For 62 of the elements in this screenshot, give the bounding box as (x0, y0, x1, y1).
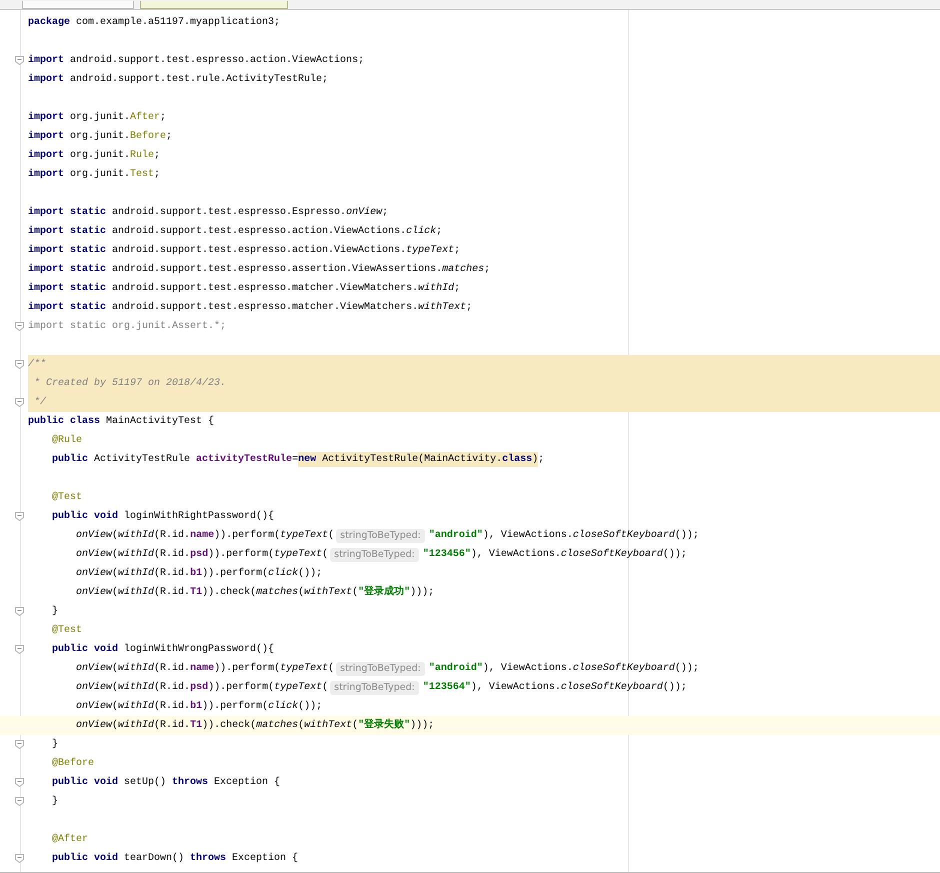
code-text: "123456"), ViewActions.closeSoftKeyboard()); (422, 548, 687, 562)
code-text: public ActivityTestRule activityTestRule= (51, 452, 298, 467)
parameter-hint: stringToBeTyped: (330, 680, 419, 694)
parameter-hint: stringToBeTyped: (336, 662, 425, 676)
code-text: import android.support.test.espresso.action.ViewActions; (28, 54, 364, 68)
code-text: "android"), ViewActions.closeSoftKeyboard()); (428, 662, 699, 676)
fold-icon[interactable] (15, 607, 24, 616)
code-text: package com.example.a51197.myapplication3; (28, 16, 280, 30)
fold-icon[interactable] (15, 854, 24, 863)
fold-icon[interactable] (15, 740, 24, 749)
code-text: public class MainActivityTest { (28, 414, 214, 429)
code-text: import org.junit.Before; (28, 130, 172, 144)
code-text: onView(withId(R.id.name)).perform(typeText( (75, 662, 334, 676)
fold-icon[interactable] (15, 797, 24, 806)
editor-tab[interactable] (22, 1, 134, 9)
code-text: import static android.support.test.espresso.Espresso.onView; (28, 206, 388, 220)
code-text: @Test (51, 490, 82, 505)
code-text: public void tearDown() throws Exception { (51, 852, 298, 866)
code-text: onView(withId(R.id.b1)).perform(click()); (75, 566, 322, 581)
code-text: onView(withId(R.id.T1)).check(matches(withText("登录成功"))); (75, 585, 434, 600)
fold-icon[interactable] (15, 512, 24, 521)
code-text: import org.junit.Test; (28, 168, 160, 182)
parameter-hint: stringToBeTyped: (336, 528, 425, 542)
code-text: onView(withId(R.id.b1)).perform(click()); (75, 700, 322, 714)
code-text: public void loginWithRightPassword(){ (51, 510, 274, 524)
code-text: */ (33, 396, 46, 410)
code-text: onView(withId(R.id.name)).perform(typeText( (75, 528, 334, 543)
fold-icon[interactable] (15, 645, 24, 654)
code-text: import static android.support.test.espresso.matcher.ViewMatchers.withId; (28, 282, 460, 296)
code-text: onView(withId(R.id.psd)).perform(typeText( (75, 548, 328, 562)
code-text: import android.support.test.rule.ActivityTestRule; (28, 72, 328, 87)
code-text: import org.junit.Rule; (28, 148, 160, 163)
code-text: public void setUp() throws Exception { (51, 776, 280, 790)
code-text: import static android.support.test.espresso.action.ViewActions.typeText; (28, 244, 460, 258)
code-text: import static android.support.test.espresso.action.ViewActions.click; (28, 224, 442, 239)
code-text: public void loginWithWrongPassword(){ (51, 642, 274, 657)
code-text: onView(withId(R.id.psd)).perform(typeText( (75, 680, 328, 695)
code-text: import static android.support.test.espresso.assertion.ViewAssertions.matches; (28, 262, 490, 277)
fold-icon[interactable] (15, 322, 24, 331)
code-text: import static android.support.test.espresso.matcher.ViewMatchers.withText; (28, 300, 472, 315)
code-text: @Before (51, 756, 94, 771)
fold-icon[interactable] (15, 398, 24, 407)
fold-icon[interactable] (15, 778, 24, 787)
fold-icon[interactable] (15, 360, 24, 369)
code-text: @After (51, 832, 88, 847)
parameter-hint: stringToBeTyped: (330, 548, 419, 562)
code-text: import static org.junit.Assert.*; (28, 320, 226, 334)
code-text: } (51, 794, 58, 809)
code-text: /** (28, 358, 46, 372)
code-text: "android"), ViewActions.closeSoftKeyboard()); (428, 528, 699, 543)
code-text: import org.junit.After; (28, 110, 166, 125)
fold-icon[interactable] (15, 56, 24, 65)
code-text: ; (538, 453, 544, 467)
code-text: } (51, 738, 58, 752)
code-text: onView(withId(R.id.T1)).check(matches(withText("登录失败"))); (75, 718, 434, 733)
editor-tab[interactable] (140, 1, 288, 9)
code-text: * Created by 51197 on 2018/4/23. (33, 376, 226, 391)
code-text: @Rule (51, 434, 82, 448)
code-text: } (51, 604, 58, 619)
highlighted-code: new ActivityTestRule(MainActivity.class) (298, 452, 538, 467)
code-text: "123564"), ViewActions.closeSoftKeyboard()); (422, 680, 687, 695)
code-text: @Test (51, 624, 82, 638)
